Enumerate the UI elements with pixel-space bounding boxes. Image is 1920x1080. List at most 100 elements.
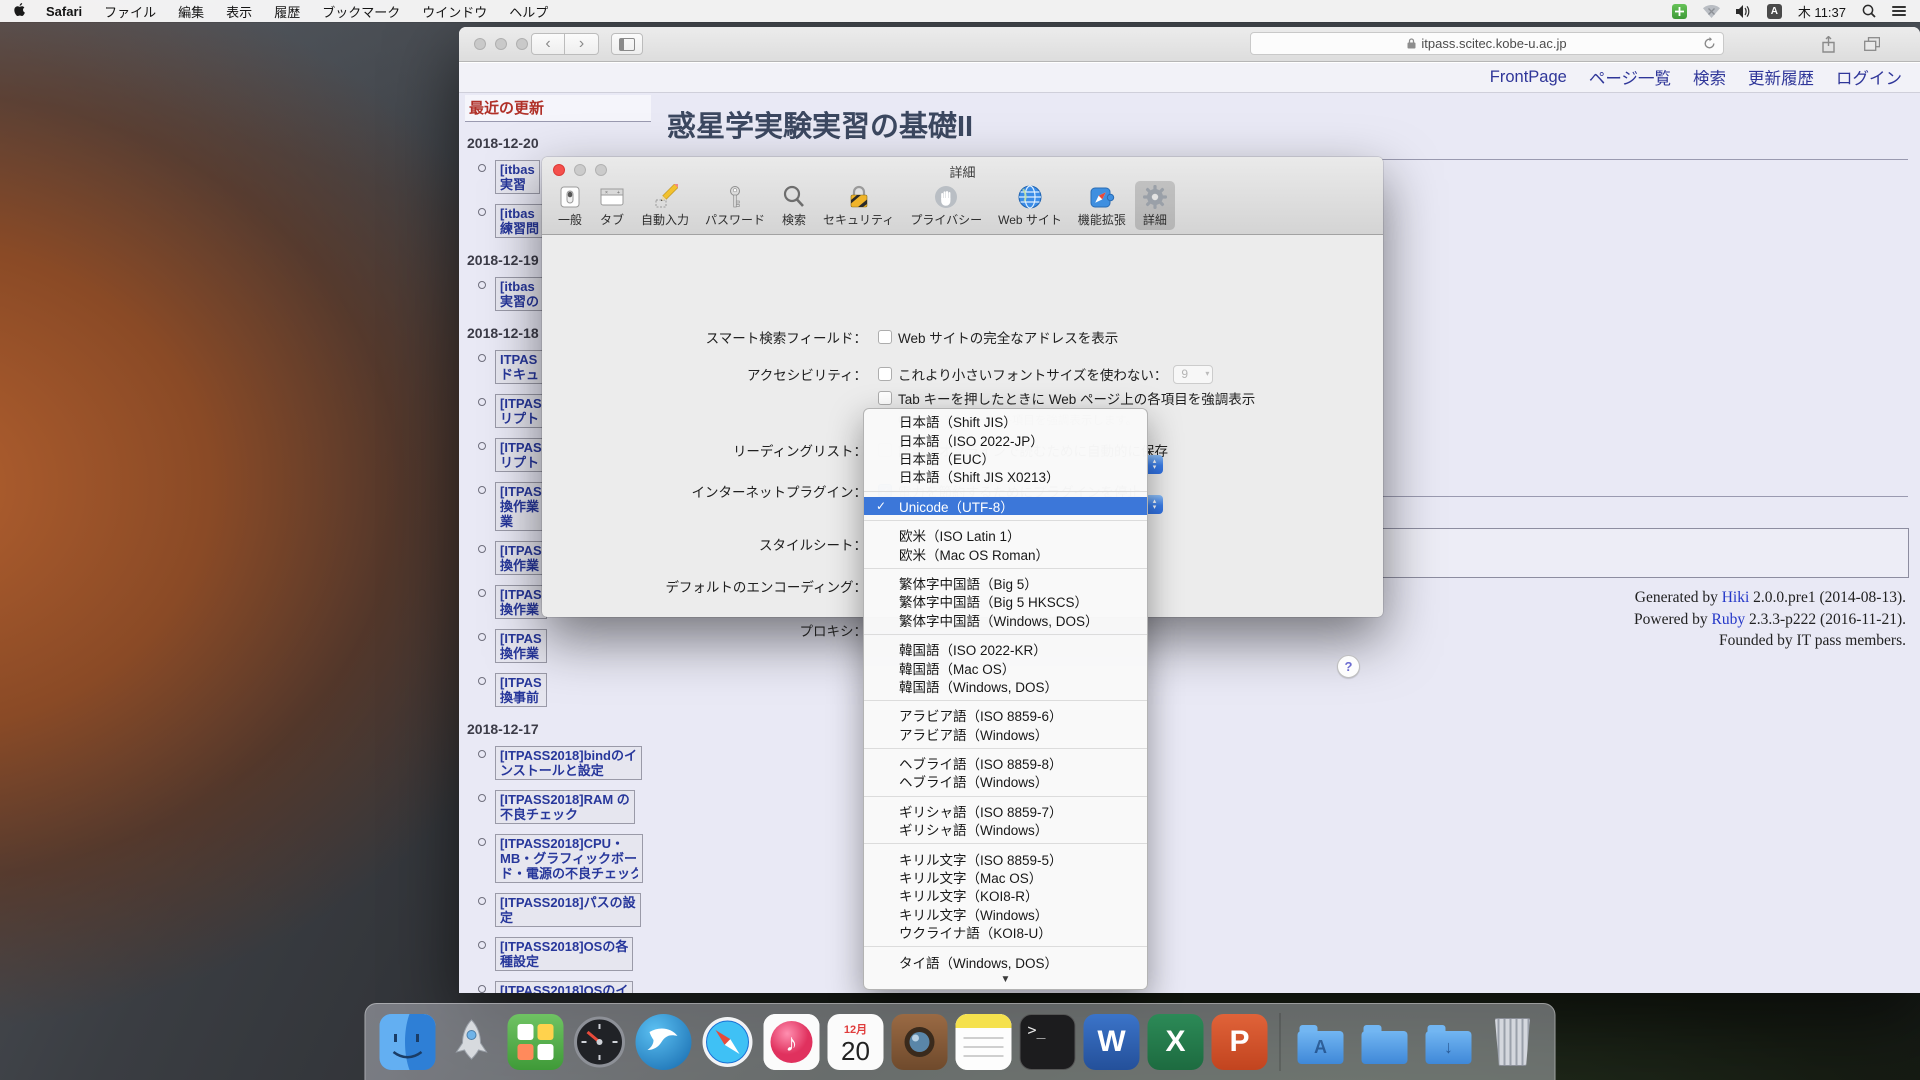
forward-button[interactable]: ›	[565, 33, 599, 55]
close-button[interactable]	[474, 38, 486, 50]
nav-link-1[interactable]: ページ一覧	[1589, 65, 1671, 89]
documents-folder-dock-icon[interactable]	[1357, 1014, 1413, 1070]
photo-booth-dock-icon[interactable]	[892, 1014, 948, 1070]
sidebar-link[interactable]: [ITPASS2018]OSのインストール	[495, 981, 633, 993]
menu-scroll-down-indicator[interactable]: ▼	[864, 971, 1147, 987]
sidebar-link[interactable]: [ITPASリプト	[495, 394, 547, 428]
encoding-menu-item[interactable]: 韓国語（Mac OS）	[864, 658, 1147, 676]
wifi-off-icon[interactable]	[1703, 5, 1720, 18]
menubar-item-0[interactable]: Safari	[46, 4, 82, 19]
encoding-menu-item[interactable]: キリル文字（ISO 8859-5）	[864, 849, 1147, 867]
menu-bar-clock[interactable]: 木 11:37	[1798, 2, 1846, 21]
tab-websites[interactable]: Web サイト	[991, 181, 1069, 230]
sidebar-link[interactable]: [ITPAS換作業	[495, 629, 547, 663]
applications-folder-dock-icon[interactable]: A	[1293, 1014, 1349, 1070]
input-source-icon[interactable]: A	[1767, 4, 1782, 19]
tab-tabs[interactable]: ×+ タブ	[592, 181, 632, 230]
apple-menu-icon[interactable]	[14, 3, 28, 19]
minimize-button[interactable]	[495, 38, 507, 50]
encoding-menu-item[interactable]: 欧米（ISO Latin 1）	[864, 526, 1147, 544]
dashboard-dock-icon[interactable]	[572, 1014, 628, 1070]
nav-link-4[interactable]: ログイン	[1836, 65, 1902, 89]
launchpad-dock-icon[interactable]	[444, 1014, 500, 1070]
stylesheet-popup-edge[interactable]: ▴▾	[1146, 455, 1163, 474]
thunderbird-dock-icon[interactable]	[636, 1014, 692, 1070]
hiki-link[interactable]: Hiki	[1722, 589, 1750, 606]
powerpoint-dock-icon[interactable]: P	[1212, 1014, 1268, 1070]
safari-dock-icon[interactable]	[700, 1014, 756, 1070]
encoding-menu-item[interactable]: タイ語（Windows, DOS）	[864, 952, 1147, 970]
encoding-menu-item[interactable]: ヘブライ語（ISO 8859-8）	[864, 754, 1147, 772]
menubar-item-7[interactable]: ヘルプ	[509, 2, 548, 21]
calendar-dock-icon[interactable]: 12月 20	[828, 1014, 884, 1070]
help-button[interactable]: ?	[1337, 655, 1360, 678]
encoding-menu-item[interactable]: 日本語（Shift JIS）	[864, 412, 1147, 430]
tab-security[interactable]: セキュリティ	[816, 181, 901, 230]
tab-autofill[interactable]: 自動入力	[634, 181, 696, 230]
sidebar-link[interactable]: [ITPASS2018]RAM の不良チェック	[495, 790, 635, 824]
encoding-menu-item[interactable]: ギリシャ語（Windows）	[864, 820, 1147, 838]
terminal-dock-icon[interactable]: >_	[1020, 1014, 1076, 1070]
menubar-item-1[interactable]: ファイル	[104, 2, 156, 21]
notes-dock-icon[interactable]	[956, 1014, 1012, 1070]
zoom-button[interactable]	[516, 38, 528, 50]
word-dock-icon[interactable]: W	[1084, 1014, 1140, 1070]
encoding-menu-item[interactable]: 日本語（Shift JIS X0213）	[864, 467, 1147, 485]
encoding-menu-item[interactable]: キリル文字（KOI8-R）	[864, 886, 1147, 904]
sidebar-link[interactable]: [itbas実習の	[495, 277, 544, 311]
sidebar-link[interactable]: [ITPAS換作業業	[495, 482, 547, 531]
back-button[interactable]: ‹	[531, 33, 565, 55]
encoding-menu-item[interactable]: 韓国語（Windows, DOS）	[864, 677, 1147, 695]
itunes-dock-icon[interactable]: ♪	[764, 1014, 820, 1070]
encoding-menu-item[interactable]: ウクライナ語（KOI8-U）	[864, 923, 1147, 941]
sidebar-link[interactable]: [ITPASS2018]CPU・MB・グラフィックボード・電源の不良チェック	[495, 834, 643, 883]
encoding-menu-item[interactable]: ヘブライ語（Windows）	[864, 772, 1147, 790]
sidebar-link[interactable]: [ITPAS換事前	[495, 673, 547, 707]
sidebar-link[interactable]: [ITPASS2018]OSの各種設定	[495, 937, 633, 971]
tab-highlight-checkbox[interactable]	[878, 391, 892, 405]
trash-dock-icon[interactable]	[1485, 1014, 1541, 1070]
tab-privacy[interactable]: プライバシー	[903, 181, 989, 230]
show-full-address-checkbox[interactable]	[878, 330, 892, 344]
font-size-select[interactable]: 9▾	[1173, 365, 1213, 384]
tab-search[interactable]: 検索	[774, 181, 814, 230]
sidebar-link[interactable]: ITPASドキュ	[495, 350, 544, 384]
menubar-item-3[interactable]: 表示	[226, 2, 252, 21]
tab-advanced[interactable]: 詳細	[1135, 181, 1175, 230]
encoding-menu-item[interactable]: キリル文字（Windows）	[864, 905, 1147, 923]
encoding-menu-item[interactable]: ✓Unicode（UTF-8）	[864, 497, 1147, 515]
sidebar-link[interactable]: [ITPAS換作業	[495, 585, 547, 619]
app-grid-dock-icon[interactable]	[508, 1014, 564, 1070]
nav-link-2[interactable]: 検索	[1693, 65, 1726, 89]
spotlight-search-icon[interactable]	[1862, 4, 1876, 18]
tab-passwords[interactable]: パスワード	[698, 181, 772, 230]
min-font-size-checkbox[interactable]	[878, 367, 892, 381]
finder-dock-icon[interactable]	[380, 1014, 436, 1070]
sidebar-link[interactable]: [ITPASS2018]bindのインストールと設定	[495, 746, 642, 780]
tab-general[interactable]: 一般	[550, 181, 590, 230]
encoding-menu-item[interactable]: 繁体字中国語（Big 5 HKSCS）	[864, 592, 1147, 610]
address-bar[interactable]: itpass.scitec.kobe-u.ac.jp	[1250, 32, 1724, 55]
encoding-menu-item[interactable]: 日本語（EUC）	[864, 449, 1147, 467]
sidebar-link[interactable]: [itbas実習	[495, 160, 540, 194]
encoding-menu-item[interactable]: 韓国語（ISO 2022-KR）	[864, 640, 1147, 658]
nav-link-3[interactable]: 更新履歴	[1748, 65, 1814, 89]
sidebar-link[interactable]: [ITPASS2018]パスの設定	[495, 893, 641, 927]
downloads-folder-dock-icon[interactable]: ↓	[1421, 1014, 1477, 1070]
refresh-button[interactable]	[1703, 37, 1716, 53]
encoding-menu-item[interactable]: アラビア語（Windows）	[864, 724, 1147, 742]
encoding-menu-item[interactable]: キリル文字（Mac OS）	[864, 868, 1147, 886]
menubar-item-4[interactable]: 履歴	[274, 2, 300, 21]
menubar-item-5[interactable]: ブックマーク	[322, 2, 400, 21]
encoding-menu-item[interactable]: 繁体字中国語（Windows, DOS）	[864, 611, 1147, 629]
status-app-icon[interactable]	[1672, 4, 1687, 19]
encoding-menu-item[interactable]: ギリシャ語（ISO 8859-7）	[864, 802, 1147, 820]
nav-link-0[interactable]: FrontPage	[1490, 68, 1567, 87]
sidebar-toggle-button[interactable]	[611, 33, 643, 55]
ruby-link[interactable]: Ruby	[1712, 611, 1746, 628]
share-button[interactable]	[1816, 34, 1840, 54]
menubar-item-2[interactable]: 編集	[178, 2, 204, 21]
encoding-menu-item[interactable]: 日本語（ISO 2022-JP）	[864, 430, 1147, 448]
volume-icon[interactable]	[1736, 5, 1751, 18]
tab-extensions[interactable]: 機能拡張	[1071, 181, 1133, 230]
